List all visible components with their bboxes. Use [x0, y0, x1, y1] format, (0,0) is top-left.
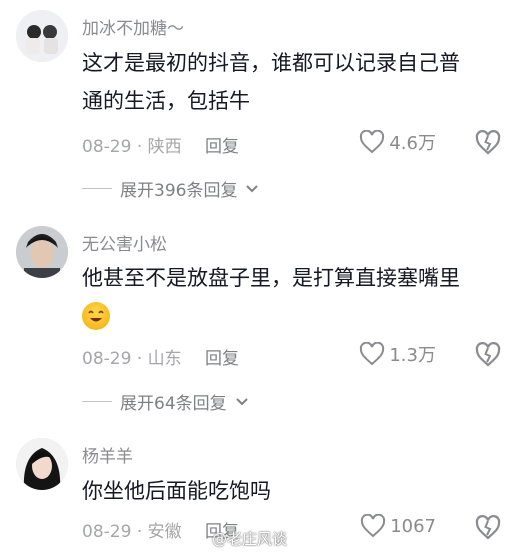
separator-dot: ·: [136, 349, 148, 369]
comment-meta: 08-29 · 山东 回复: [82, 344, 239, 369]
separator-dot: ·: [136, 137, 148, 157]
comment-text: 他甚至不是放盘子里，是打算直接塞嘴里: [82, 259, 502, 297]
separator-dot: ·: [136, 522, 148, 542]
comment-location: 陕西: [147, 137, 182, 157]
like-button[interactable]: 1.3万: [359, 341, 436, 367]
comment-text: 你坐他后面能吃饱吗: [82, 472, 502, 510]
comment-username[interactable]: 加冰不加糖～: [82, 14, 184, 39]
comment-location: 安徽: [147, 522, 182, 542]
like-button[interactable]: 4.6万: [359, 129, 436, 155]
comment-meta: 08-29 · 陕西 回复: [82, 132, 239, 157]
comment-text-line: 这才是最初的抖音，谁都可以记录自己普: [82, 51, 460, 75]
comment-date: 08-29: [82, 137, 132, 157]
comment-text-line: 他甚至不是放盘子里，是打算直接塞嘴里: [82, 266, 460, 290]
broken-heart-icon[interactable]: [474, 513, 502, 541]
chevron-down-icon: [235, 397, 248, 405]
expand-replies-label: 展开396条回复: [120, 181, 238, 201]
comment-text-line: 你坐他后面能吃饱吗: [82, 479, 271, 503]
heart-icon: [361, 514, 386, 538]
like-count: 4.6万: [389, 133, 436, 154]
chevron-down-icon: [246, 184, 259, 192]
like-button[interactable]: 1067: [360, 514, 436, 538]
smiling-face-emoji: [82, 302, 110, 330]
comment-text-line: 通的生活，包括牛: [82, 89, 250, 113]
divider-line: [82, 401, 112, 402]
comment-date: 08-29: [82, 522, 132, 542]
comment-date: 08-29: [82, 349, 132, 369]
reply-button[interactable]: 回复: [205, 349, 239, 369]
broken-heart-icon[interactable]: [474, 340, 502, 368]
heart-icon: [360, 130, 385, 154]
comment-username[interactable]: 杨羊羊: [82, 442, 133, 467]
avatar[interactable]: [16, 438, 68, 490]
like-count: 1.3万: [389, 345, 436, 366]
reply-button[interactable]: 回复: [205, 137, 239, 157]
avatar[interactable]: [16, 226, 68, 278]
divider-line: [82, 188, 112, 189]
expand-replies-button[interactable]: 展开396条回复: [82, 176, 259, 201]
expand-replies-label: 展开64条回复: [120, 394, 227, 414]
heart-icon: [360, 342, 385, 366]
comment-location: 山东: [147, 349, 182, 369]
comment-text: 这才是最初的抖音，谁都可以记录自己普 通的生活，包括牛: [82, 44, 502, 120]
comment-username[interactable]: 无公害小松: [82, 230, 167, 255]
avatar[interactable]: [16, 10, 68, 62]
broken-heart-icon[interactable]: [474, 128, 502, 156]
like-count: 1067: [390, 515, 436, 537]
watermark: @老庄风谈: [212, 530, 288, 548]
expand-replies-button[interactable]: 展开64条回复: [82, 389, 249, 414]
